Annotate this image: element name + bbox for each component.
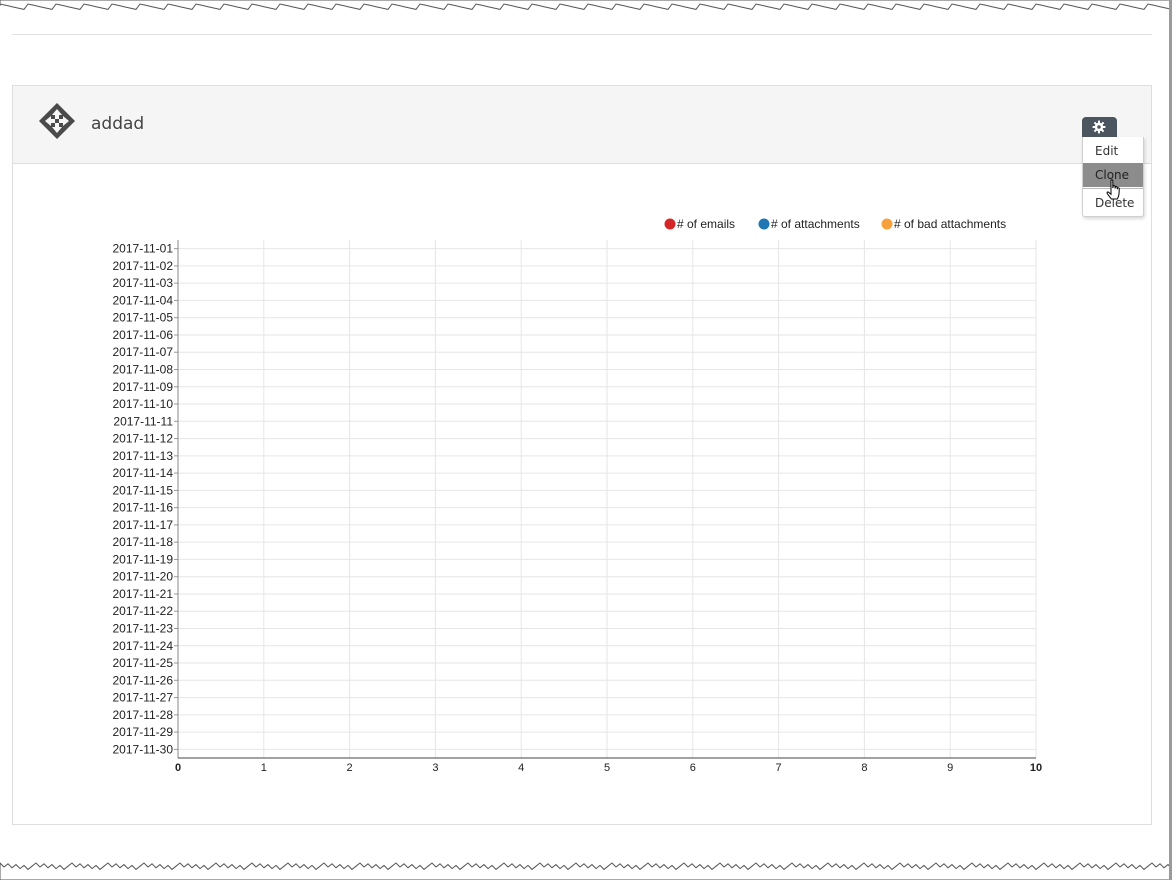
x-tick-label: 8 bbox=[861, 762, 867, 774]
settings-menu: Edit Clone Delete bbox=[1082, 137, 1144, 217]
legend-label[interactable]: # of attachments bbox=[771, 217, 860, 231]
y-tick-label: 2017-11-20 bbox=[113, 570, 174, 584]
legend-label[interactable]: # of emails bbox=[677, 217, 735, 231]
y-tick-label: 2017-11-29 bbox=[113, 725, 174, 739]
y-tick-label: 2017-11-28 bbox=[113, 708, 174, 722]
y-tick-label: 2017-11-26 bbox=[113, 673, 174, 687]
y-tick-label: 2017-11-30 bbox=[113, 742, 174, 756]
y-tick-label: 2017-11-14 bbox=[113, 466, 174, 480]
y-tick-label: 2017-11-23 bbox=[113, 622, 174, 636]
y-tick-label: 2017-11-13 bbox=[113, 449, 174, 463]
settings-gear-button[interactable] bbox=[1082, 117, 1117, 138]
y-tick-label: 2017-11-18 bbox=[113, 535, 174, 549]
y-tick-label: 2017-11-25 bbox=[113, 656, 174, 670]
y-tick-label: 2017-11-19 bbox=[113, 552, 174, 566]
y-tick-label: 2017-11-24 bbox=[113, 639, 174, 653]
legend-label[interactable]: # of bad attachments bbox=[894, 217, 1006, 231]
legend-marker[interactable] bbox=[758, 218, 770, 230]
chart: 2017-11-01 2017-11-02 2017-11-03 2017-11-04… bbox=[113, 217, 1043, 774]
x-tick-label: 2 bbox=[347, 762, 353, 774]
x-tick-label: 3 bbox=[432, 762, 438, 774]
y-tick-label: 2017-11-02 bbox=[113, 259, 174, 273]
y-tick-label: 2017-11-06 bbox=[113, 328, 174, 342]
x-tick-label: 9 bbox=[947, 762, 953, 774]
legend-marker[interactable] bbox=[881, 218, 893, 230]
y-tick-label: 2017-11-15 bbox=[113, 483, 174, 497]
x-tick-label: 6 bbox=[690, 762, 696, 774]
y-tick-label: 2017-11-11 bbox=[113, 414, 173, 428]
y-tick-label: 2017-11-17 bbox=[113, 518, 174, 532]
x-tick-label: 1 bbox=[261, 762, 267, 774]
y-tick-label: 2017-11-07 bbox=[113, 345, 174, 359]
y-tick-label: 2017-11-10 bbox=[113, 397, 174, 411]
y-tick-label: 2017-11-03 bbox=[113, 276, 174, 290]
x-tick-label: 10 bbox=[1030, 762, 1042, 774]
x-tick-label: 4 bbox=[518, 762, 524, 774]
x-tick-label: 5 bbox=[604, 762, 610, 774]
legend-marker[interactable] bbox=[664, 218, 676, 230]
gear-icon bbox=[1092, 120, 1106, 134]
y-tick-label: 2017-11-05 bbox=[113, 311, 174, 325]
menu-item-edit[interactable]: Edit bbox=[1083, 139, 1143, 163]
y-tick-label: 2017-11-21 bbox=[113, 587, 174, 601]
hand-pointer-icon bbox=[1106, 179, 1120, 200]
y-tick-label: 2017-11-01 bbox=[113, 242, 174, 256]
y-tick-label: 2017-11-08 bbox=[113, 363, 174, 377]
y-tick-label: 2017-11-12 bbox=[113, 432, 174, 446]
x-tick-label: 0 bbox=[175, 762, 181, 774]
y-tick-label: 2017-11-16 bbox=[113, 501, 174, 515]
y-tick-label: 2017-11-09 bbox=[113, 380, 174, 394]
x-tick-label: 7 bbox=[776, 762, 782, 774]
y-tick-label: 2017-11-04 bbox=[113, 293, 174, 307]
y-tick-label: 2017-11-27 bbox=[113, 691, 174, 705]
y-tick-label: 2017-11-22 bbox=[113, 604, 174, 618]
